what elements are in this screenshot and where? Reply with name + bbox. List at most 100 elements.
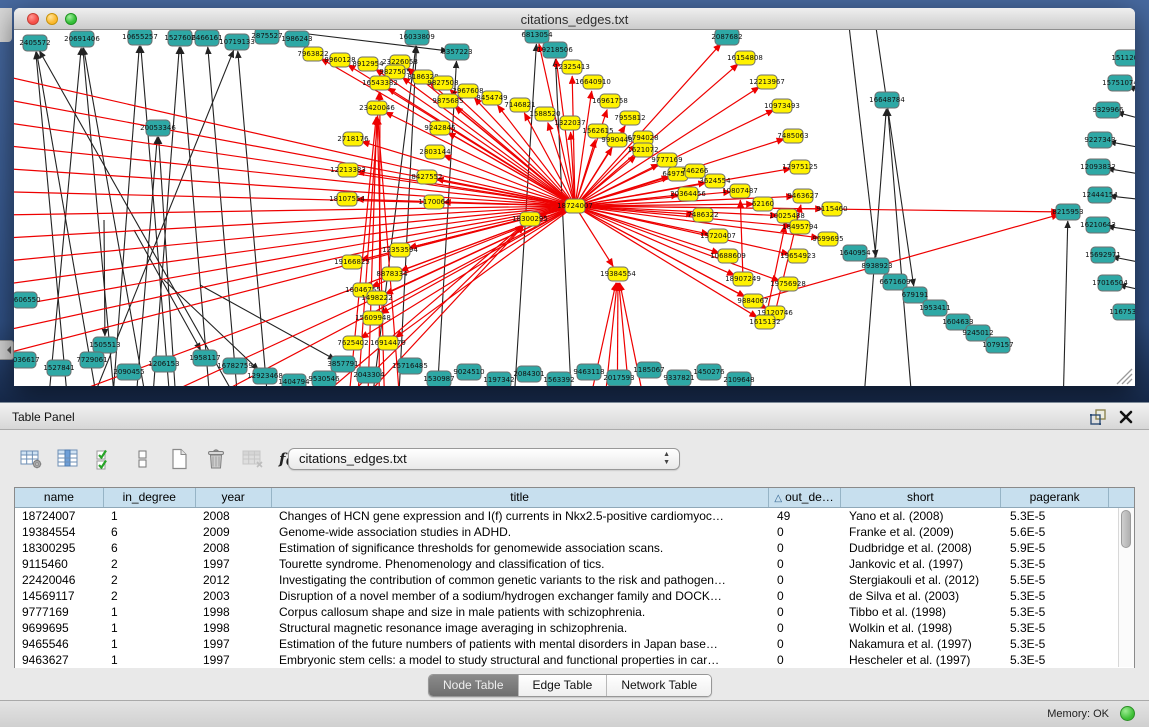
- column-header-title[interactable]: title: [272, 488, 769, 507]
- network-node[interactable]: 9115460: [816, 202, 847, 216]
- table-row[interactable]: 911546021997Tourette syndrome. Phenomeno…: [15, 556, 1134, 572]
- checklist-icon[interactable]: [92, 446, 118, 472]
- table-row[interactable]: 1456911722003Disruption of a novel membe…: [15, 588, 1134, 604]
- network-node[interactable]: 2718176: [337, 132, 369, 146]
- network-node[interactable]: 19654923: [780, 249, 816, 263]
- network-node[interactable]: 16210643: [1080, 217, 1116, 233]
- network-node[interactable]: 8357223: [441, 44, 472, 60]
- network-node[interactable]: 2043304: [353, 367, 385, 383]
- network-node[interactable]: 19384554: [600, 267, 636, 281]
- network-node[interactable]: 9036617: [14, 352, 40, 368]
- rows-icon[interactable]: [129, 446, 155, 472]
- network-node[interactable]: 62160: [752, 197, 774, 211]
- column-header-short[interactable]: short: [841, 488, 1002, 507]
- column-header-name[interactable]: name: [15, 488, 104, 507]
- network-node[interactable]: 12093832: [1080, 159, 1116, 175]
- network-node[interactable]: 8454749: [476, 91, 507, 105]
- network-node[interactable]: 7486322: [687, 208, 718, 222]
- network-node[interactable]: 10719133: [219, 34, 255, 50]
- table-row[interactable]: 969969511998Structural magnetic resonanc…: [15, 620, 1134, 636]
- network-canvas[interactable]: 1872400718300295193845547963822896012889…: [14, 30, 1135, 386]
- network-node[interactable]: 20691406: [64, 31, 100, 47]
- network-node[interactable]: 9242845: [424, 121, 455, 135]
- network-node[interactable]: 15692971: [1085, 247, 1121, 263]
- network-node[interactable]: 9530546: [308, 371, 340, 386]
- network-node[interactable]: 3624554: [699, 174, 731, 188]
- network-node[interactable]: 1986243: [281, 31, 312, 47]
- network-node[interactable]: 1185067: [633, 362, 664, 378]
- network-node[interactable]: 10655257: [122, 30, 158, 45]
- network-node[interactable]: 9337821: [663, 370, 694, 386]
- network-node[interactable]: 1615132: [749, 315, 780, 329]
- network-node[interactable]: 9875685: [432, 94, 463, 108]
- network-node[interactable]: 2109648: [723, 372, 754, 386]
- vertical-scrollbar[interactable]: [1118, 508, 1134, 667]
- network-node[interactable]: 20364456: [670, 187, 706, 201]
- network-node[interactable]: 15751074: [1102, 75, 1135, 91]
- column-chooser-icon[interactable]: [55, 446, 81, 472]
- network-node[interactable]: 2017593: [603, 370, 634, 386]
- network-node[interactable]: 1079157: [982, 337, 1013, 353]
- network-node[interactable]: 10973493: [764, 99, 800, 113]
- network-node[interactable]: 9329966: [1092, 102, 1124, 118]
- column-header-in_degree[interactable]: in_degree: [104, 488, 196, 507]
- network-node[interactable]: 7625402: [337, 336, 368, 350]
- network-node[interactable]: 3857791: [327, 356, 358, 372]
- tab-edge-table[interactable]: Edge Table: [519, 675, 608, 696]
- network-node[interactable]: 16154808: [727, 51, 763, 65]
- network-node[interactable]: 1206153: [148, 356, 179, 372]
- network-node[interactable]: 7955812: [614, 111, 645, 125]
- network-node[interactable]: 2087682: [711, 30, 742, 45]
- table-row[interactable]: 977716911998Corpus callosum shape and si…: [15, 604, 1134, 620]
- network-node[interactable]: 17016504: [1092, 275, 1128, 291]
- network-node[interactable]: 8215953: [1052, 204, 1083, 220]
- network-node[interactable]: 8427552: [411, 170, 442, 184]
- network-node[interactable]: 20053346: [140, 120, 176, 136]
- network-node[interactable]: 1953411: [919, 300, 950, 316]
- table-row[interactable]: 2242004622012Investigating the contribut…: [15, 572, 1134, 588]
- network-node[interactable]: 16640910: [575, 75, 611, 89]
- network-node[interactable]: 18495794: [782, 220, 818, 234]
- network-node[interactable]: 23420046: [359, 101, 395, 115]
- network-node[interactable]: 1527841: [43, 360, 74, 376]
- network-node[interactable]: 7485063: [777, 129, 808, 143]
- tab-network-table[interactable]: Network Table: [607, 675, 711, 696]
- network-node[interactable]: 746266: [682, 164, 709, 178]
- network-node[interactable]: 12325413: [554, 60, 590, 74]
- network-node[interactable]: 1404794: [278, 374, 310, 386]
- table-row[interactable]: 1830029562008Estimation of significance …: [15, 540, 1134, 556]
- network-node[interactable]: 16914479: [370, 336, 406, 350]
- table-row[interactable]: 1938455462009Genome-wide association stu…: [15, 524, 1134, 540]
- network-node[interactable]: 19756928: [770, 277, 806, 291]
- network-node[interactable]: 9699695: [812, 232, 843, 246]
- network-node[interactable]: 2084301: [513, 366, 544, 382]
- network-node[interactable]: 2875527: [251, 30, 282, 44]
- network-node[interactable]: 10688609: [710, 249, 746, 263]
- table-row[interactable]: 946362711997Embryonic stem cells: a mode…: [15, 652, 1134, 668]
- network-node[interactable]: 7729061: [76, 352, 107, 368]
- network-node[interactable]: 12213967: [749, 75, 785, 89]
- close-panel-icon[interactable]: [1117, 408, 1135, 426]
- table-row[interactable]: 946554611997Estimation of the future num…: [15, 636, 1134, 652]
- resize-grip-icon[interactable]: [1117, 369, 1132, 384]
- network-node[interactable]: 16961758: [592, 94, 628, 108]
- network-node[interactable]: 12444154: [1082, 187, 1118, 203]
- network-node[interactable]: 9463627: [787, 189, 818, 203]
- network-node[interactable]: 6466161: [191, 30, 222, 46]
- column-header-year[interactable]: year: [196, 488, 272, 507]
- network-node[interactable]: 9884067: [737, 294, 768, 308]
- trash-icon[interactable]: [203, 446, 229, 472]
- network-node[interactable]: 16543382: [362, 76, 398, 90]
- network-node[interactable]: 1563392: [543, 372, 574, 386]
- network-node[interactable]: 1170064: [418, 195, 450, 209]
- network-node[interactable]: 2606550: [14, 292, 41, 308]
- network-node[interactable]: 16033809: [399, 30, 435, 45]
- network-node[interactable]: 8960128: [324, 53, 355, 67]
- network-node[interactable]: 9024510: [453, 364, 484, 380]
- network-node[interactable]: 9463118: [573, 364, 604, 380]
- window-titlebar[interactable]: citations_edges.txt: [14, 8, 1135, 30]
- network-node[interactable]: 9227343: [1084, 132, 1115, 148]
- network-node[interactable]: 19218506: [537, 42, 573, 58]
- network-node[interactable]: 18907249: [725, 272, 761, 286]
- network-node[interactable]: 17975125: [782, 160, 818, 174]
